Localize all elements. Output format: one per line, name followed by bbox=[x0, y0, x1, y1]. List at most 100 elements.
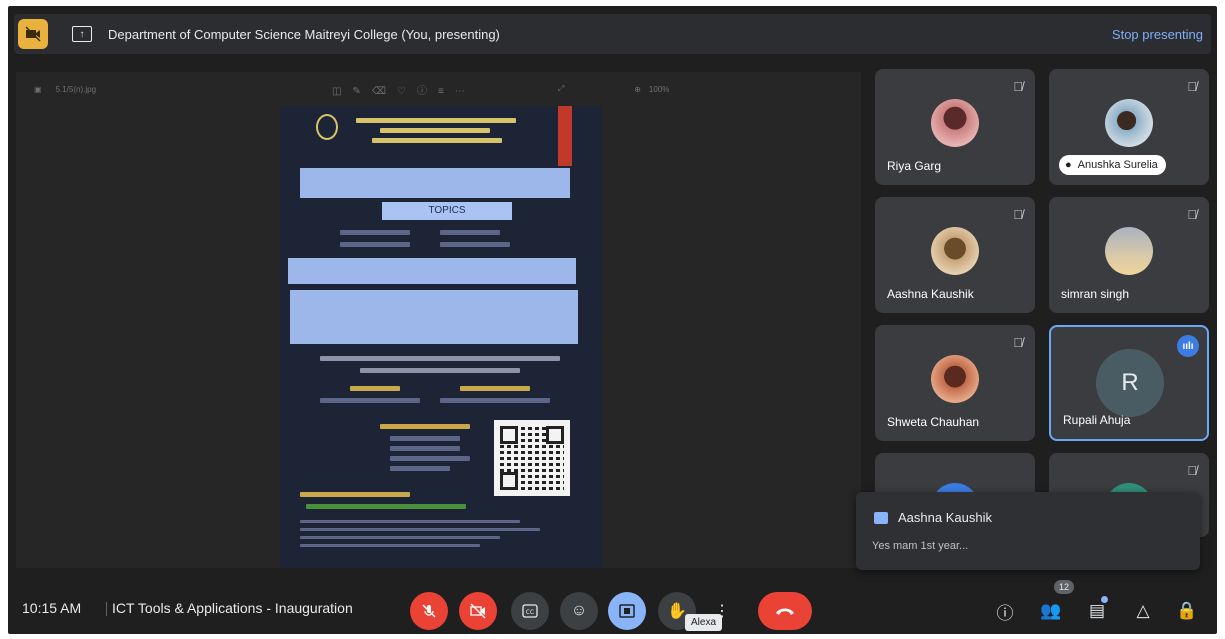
topic-line bbox=[440, 230, 500, 235]
bank-details-line bbox=[300, 520, 520, 523]
participant-tile-active[interactable]: ıılı R Rupali Ahuja bbox=[1049, 325, 1209, 441]
camera-toggle-button[interactable] bbox=[459, 592, 497, 630]
convener-line bbox=[350, 386, 400, 391]
reactions-button[interactable]: ☺ bbox=[560, 592, 598, 630]
participant-name: Anushka Surelia bbox=[1077, 159, 1158, 171]
participant-name: Aashna Kaushik bbox=[887, 287, 974, 301]
patron-line bbox=[460, 386, 530, 391]
shared-screen: ▣ 5.1/5(n).jpg ◫✎⌫♡ⓘ≡⋯ ⤢ ⊕ 100% TOPICS bbox=[16, 72, 861, 568]
topic-line bbox=[440, 242, 510, 247]
meet-window: ↑ Department of Computer Science Maitrey… bbox=[8, 6, 1217, 634]
meeting-title: ICT Tools & Applications - Inauguration bbox=[112, 600, 353, 616]
videocam-off-icon bbox=[470, 603, 486, 619]
convener-name-line bbox=[320, 398, 420, 403]
participants-box bbox=[288, 258, 576, 284]
fullscreen-icon: ⤢ bbox=[557, 84, 565, 93]
participant-photo bbox=[931, 355, 979, 403]
camera-off-indicator bbox=[18, 19, 48, 49]
participant-count-badge: 12 bbox=[1054, 580, 1075, 594]
mic-off-icon: 🎙̸ bbox=[1187, 79, 1197, 94]
svg-text:CC: CC bbox=[526, 609, 534, 616]
captions-button[interactable]: CC bbox=[511, 592, 549, 630]
mic-off-icon: 🎙̸ bbox=[1013, 335, 1023, 350]
call-end-icon bbox=[776, 608, 794, 615]
bank-details-line bbox=[300, 528, 540, 531]
hand-icon: ✋ bbox=[667, 603, 687, 620]
patron-name-line bbox=[440, 398, 550, 403]
mic-off-icon: 🎙̸ bbox=[1013, 79, 1023, 94]
bank-details-line bbox=[300, 544, 480, 547]
committee-line bbox=[390, 436, 460, 441]
activities-button[interactable]: △ bbox=[1130, 598, 1156, 624]
participant-photo bbox=[1105, 99, 1153, 147]
participant-tile[interactable]: 🎙̸ Aashna Kaushik bbox=[875, 197, 1035, 313]
mic-off-icon: 🎙̸ bbox=[1187, 463, 1197, 478]
participant-name: Riya Garg bbox=[887, 159, 942, 173]
chat-notification[interactable]: Aashna Kaushik Yes mam 1st year... bbox=[856, 492, 1200, 570]
host-controls-button[interactable]: 🔒 bbox=[1174, 598, 1200, 624]
emoji-icon: ☺ bbox=[570, 602, 588, 619]
poster-slide: TOPICS bbox=[280, 106, 602, 568]
qr-finder bbox=[500, 426, 518, 444]
info-icon: ⓘ bbox=[996, 603, 1014, 623]
participant-tile[interactable]: 🎙̸ simran singh bbox=[1049, 197, 1209, 313]
mic-off-icon: ● bbox=[1065, 159, 1072, 171]
participant-photo bbox=[1105, 227, 1153, 275]
course-title-box bbox=[300, 168, 570, 198]
participant-name: Rupali Ahuja bbox=[1063, 413, 1131, 427]
mic-off-icon: 🎙̸ bbox=[1013, 207, 1023, 222]
certificate-line bbox=[320, 356, 560, 361]
topic-line bbox=[340, 230, 410, 235]
qr-finder bbox=[546, 426, 564, 444]
divider bbox=[106, 602, 107, 616]
present-button[interactable] bbox=[608, 592, 646, 630]
meeting-info-button[interactable]: ⓘ bbox=[992, 598, 1018, 624]
registration-fee-line bbox=[300, 492, 410, 497]
present-to-all-icon bbox=[619, 604, 635, 618]
videocam-off-icon bbox=[25, 26, 41, 42]
poster-heading-line bbox=[380, 128, 490, 133]
chat-button[interactable]: ▤ bbox=[1084, 598, 1110, 624]
zoom-icon: ⊕ bbox=[634, 84, 641, 94]
host-controls-icon: 🔒 bbox=[1176, 601, 1198, 620]
stop-presenting-button[interactable]: Stop presenting bbox=[1112, 27, 1203, 42]
participant-tile[interactable]: 🎙̸ ● Anushka Surelia bbox=[1049, 69, 1209, 185]
present-to-all-icon: ↑ bbox=[72, 26, 92, 42]
committee-line bbox=[390, 446, 460, 451]
poster-heading-line bbox=[356, 118, 516, 123]
qr-finder bbox=[500, 472, 518, 490]
presenting-banner: ↑ Department of Computer Science Maitrey… bbox=[14, 14, 1211, 54]
topics-heading: TOPICS bbox=[382, 202, 512, 220]
closed-caption-icon: CC bbox=[522, 604, 538, 618]
viewer-filename: 5.1/5(n).jpg bbox=[55, 84, 97, 94]
registration-link-line bbox=[306, 504, 466, 509]
viewer-app-icon: ▣ bbox=[34, 84, 42, 94]
bank-details-line bbox=[300, 536, 500, 539]
people-button[interactable]: 👥 bbox=[1038, 598, 1064, 624]
mic-toggle-button[interactable] bbox=[410, 592, 448, 630]
chat-sender: Aashna Kaushik bbox=[898, 510, 992, 525]
qr-code bbox=[494, 420, 570, 496]
activities-icon: △ bbox=[1136, 601, 1150, 620]
committee-line bbox=[380, 424, 470, 429]
meeting-time: 10:15 AM bbox=[22, 600, 82, 616]
banner-title: Department of Computer Science Maitreyi … bbox=[108, 26, 500, 42]
participant-tile[interactable]: 🎙̸ Riya Garg bbox=[875, 69, 1035, 185]
mic-off-icon bbox=[422, 604, 436, 618]
end-call-button[interactable] bbox=[758, 592, 812, 630]
participant-tile[interactable]: 🎙̸ Shweta Chauhan bbox=[875, 325, 1035, 441]
poster-accent-bar bbox=[558, 106, 572, 166]
participant-photo bbox=[931, 99, 979, 147]
chat-icon bbox=[874, 512, 888, 524]
participant-name-chip: ● Anushka Surelia bbox=[1059, 155, 1166, 175]
people-icon: 👥 bbox=[1040, 601, 1062, 620]
participant-photo bbox=[931, 227, 979, 275]
certificate-line bbox=[360, 368, 520, 373]
poster-heading-line bbox=[372, 138, 502, 143]
avatar: R bbox=[1096, 349, 1164, 417]
tooltip: Alexa bbox=[685, 614, 723, 631]
committee-line bbox=[390, 456, 470, 461]
participant-name: simran singh bbox=[1061, 287, 1130, 301]
viewer-tool-icons: ◫✎⌫♡ⓘ≡⋯ bbox=[332, 85, 476, 97]
chat-icon: ▤ bbox=[1088, 601, 1106, 620]
